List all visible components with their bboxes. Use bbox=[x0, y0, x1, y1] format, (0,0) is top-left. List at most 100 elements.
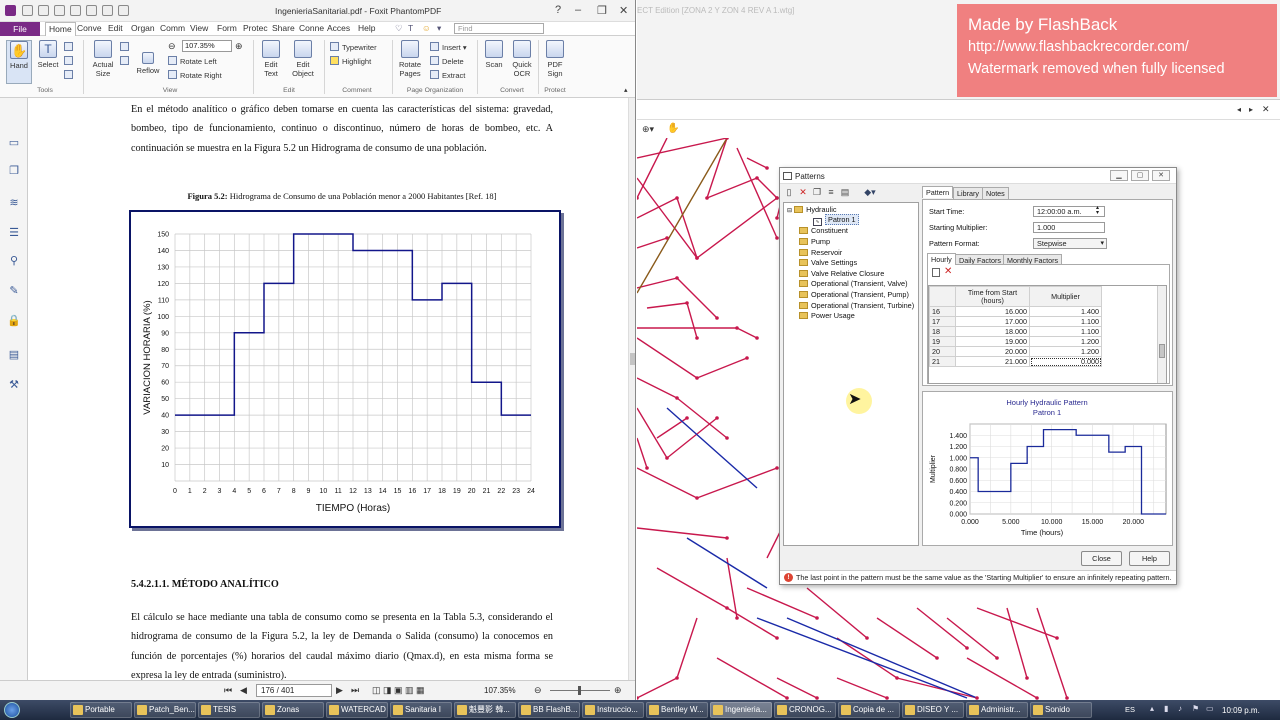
table-row[interactable]: 18 18.000 1.100 bbox=[929, 326, 1102, 337]
pages-icon[interactable]: ❐ bbox=[7, 164, 21, 178]
tab-protect[interactable]: Protec bbox=[243, 23, 268, 33]
insert-button[interactable]: Insert ▾ bbox=[430, 42, 467, 52]
table-row[interactable]: 20 20.000 1.200 bbox=[929, 346, 1102, 357]
tell-me-icon[interactable]: ♡ bbox=[395, 23, 403, 34]
attachments-icon[interactable]: ⚲ bbox=[7, 254, 21, 268]
fit-width-icon[interactable] bbox=[120, 56, 132, 66]
tab-edit[interactable]: Edit bbox=[108, 23, 123, 33]
taskbar-item[interactable]: Zonas bbox=[262, 702, 324, 718]
pattern-report-icon[interactable]: ▤ bbox=[840, 187, 850, 197]
tree-node-patron-1[interactable]: ∿ Patron 1 bbox=[813, 214, 859, 226]
starting-multiplier-input[interactable]: 1.000 bbox=[1033, 222, 1105, 233]
rotate-right-button[interactable]: Rotate Right bbox=[168, 70, 222, 80]
rotate-pages-button[interactable]: Rotate Pages bbox=[396, 40, 424, 78]
tab-organize[interactable]: Organ bbox=[131, 23, 155, 33]
clipboard-icon[interactable] bbox=[64, 56, 76, 66]
doc-scroll-right-icon[interactable]: ▸ bbox=[1249, 105, 1253, 114]
subtab-hourly[interactable]: Hourly bbox=[927, 253, 956, 265]
tab-home[interactable]: Home bbox=[45, 22, 76, 36]
status-zoom-out-icon[interactable]: ⊖ bbox=[534, 685, 542, 696]
find-options-icon[interactable]: ▾ bbox=[437, 23, 441, 34]
grid-scroll-thumb[interactable] bbox=[1159, 344, 1165, 358]
zoom-select[interactable]: 107.35% bbox=[182, 40, 232, 52]
pattern-tree[interactable]: ⊟ Hydraulic ∿ Patron 1 Constituent Pump R… bbox=[783, 202, 919, 546]
security-lock-icon[interactable]: 🔒 bbox=[7, 314, 21, 328]
table-row[interactable]: 21 21.000 0.000 bbox=[929, 356, 1102, 367]
taskbar-item[interactable]: BB FlashB... bbox=[518, 702, 580, 718]
tab-view[interactable]: View bbox=[190, 23, 208, 33]
table-row[interactable]: 17 17.000 1.100 bbox=[929, 316, 1102, 327]
signatures-icon[interactable]: ✎ bbox=[7, 284, 21, 298]
tab-share[interactable]: Share bbox=[272, 23, 295, 33]
tree-node-power-usage[interactable]: Power Usage bbox=[799, 311, 855, 320]
tree-node-constituent[interactable]: Constituent bbox=[799, 226, 848, 235]
table-row[interactable]: 16 16.000 1.400 bbox=[929, 306, 1102, 317]
input-language[interactable]: ES bbox=[1125, 705, 1135, 714]
foxit-close-button[interactable]: ✕ bbox=[619, 4, 628, 17]
tab-form[interactable]: Form bbox=[217, 23, 237, 33]
link-icon[interactable] bbox=[64, 70, 76, 80]
flag-icon[interactable]: ⚑ bbox=[1192, 704, 1202, 714]
tree-node-operational-turbine[interactable]: Operational (Transient, Turbine) bbox=[799, 301, 914, 310]
pan-hand-icon[interactable]: ✋ bbox=[667, 123, 679, 134]
taskbar-item[interactable]: DISEO Y ... bbox=[902, 702, 964, 718]
pdf-page-view[interactable]: En el método analítico o gráfico deben t… bbox=[28, 98, 628, 680]
pdf-sign-button[interactable]: PDF Sign bbox=[542, 40, 568, 78]
select-tool-button[interactable]: T Select bbox=[35, 40, 61, 69]
taskbar-item[interactable]: 魁豐影 韓... bbox=[454, 702, 516, 718]
find-input[interactable]: Find bbox=[454, 23, 544, 34]
page-number-input[interactable]: 176 / 401 bbox=[256, 684, 332, 697]
view-mode-icons[interactable]: ◫ ◨ ▣ ▥ ▦ bbox=[372, 685, 425, 696]
bookmarks-icon[interactable]: ▭ bbox=[7, 136, 21, 150]
start-time-spinner-icon[interactable]: ▴ ▾ bbox=[1096, 205, 1099, 216]
tools-icon[interactable]: ⚒ bbox=[7, 378, 21, 392]
zoom-out-icon[interactable]: ⊖ bbox=[168, 41, 176, 52]
edit-object-button[interactable]: Edit Object bbox=[287, 40, 319, 78]
foxit-minimize-button[interactable]: – bbox=[575, 4, 581, 16]
new-row-icon[interactable] bbox=[932, 268, 940, 277]
taskbar-clock[interactable]: 10:09 p.m. bbox=[1222, 706, 1260, 715]
taskbar-item[interactable]: Sanitaria I bbox=[390, 702, 452, 718]
close-button[interactable]: Close bbox=[1081, 551, 1122, 566]
scroll-thumb[interactable] bbox=[630, 353, 635, 365]
tray-arrow-icon[interactable]: ▴ bbox=[1150, 704, 1160, 714]
redo-icon[interactable] bbox=[102, 5, 113, 16]
customize-qat-icon[interactable] bbox=[118, 5, 129, 16]
status-zoom-in-icon[interactable]: ⊕ bbox=[614, 685, 622, 696]
tab-comment[interactable]: Comm bbox=[160, 23, 185, 33]
pattern-options-icon[interactable]: ◆▾ bbox=[860, 187, 880, 197]
taskbar-item[interactable]: CRONOG... bbox=[774, 702, 836, 718]
tree-node-valve-relative-closure[interactable]: Valve Relative Closure bbox=[799, 269, 884, 278]
reflow-button[interactable]: Reflow bbox=[134, 52, 162, 75]
tree-node-valve-settings[interactable]: Valve Settings bbox=[799, 258, 857, 267]
taskbar-item[interactable]: Administr... bbox=[966, 702, 1028, 718]
prev-page-icon[interactable]: ◀ bbox=[240, 685, 247, 696]
tab-file[interactable]: File bbox=[0, 22, 40, 36]
foxit-help-button[interactable]: ? bbox=[555, 4, 561, 16]
table-row[interactable]: 19 19.000 1.200 bbox=[929, 336, 1102, 347]
taskbar-item[interactable]: WATERCAD bbox=[326, 702, 388, 718]
ribbon-collapse-icon[interactable]: ▴ bbox=[624, 86, 628, 94]
doc-scroll-left-icon[interactable]: ◂ bbox=[1237, 105, 1241, 114]
rotate-left-button[interactable]: Rotate Left bbox=[168, 56, 217, 66]
pattern-format-select[interactable]: Stepwise bbox=[1033, 238, 1107, 249]
tab-notes[interactable]: Notes bbox=[982, 187, 1009, 199]
tab-connect[interactable]: Conne bbox=[299, 23, 324, 33]
dialog-close-button[interactable]: ✕ bbox=[1152, 170, 1170, 181]
content-icon[interactable]: ▤ bbox=[7, 348, 21, 362]
email-icon[interactable] bbox=[70, 5, 81, 16]
dialog-maximize-button[interactable]: ▢ bbox=[1131, 170, 1149, 181]
volume-icon[interactable]: ♪ bbox=[1178, 704, 1188, 714]
pattern-grid[interactable]: Time from Start (hours) Multiplier 16 16.… bbox=[928, 285, 1167, 384]
open-icon[interactable] bbox=[22, 5, 33, 16]
zoom-in-icon[interactable]: ⊕ bbox=[235, 41, 243, 52]
tree-node-operational-pump[interactable]: Operational (Transient, Pump) bbox=[799, 290, 909, 299]
text-search-icon[interactable]: T bbox=[408, 23, 413, 33]
tree-node-pump[interactable]: Pump bbox=[799, 237, 830, 246]
taskbar-item[interactable]: Ingenieria... bbox=[710, 702, 772, 718]
start-time-input[interactable]: 12:00:00 a.m. bbox=[1033, 206, 1105, 217]
zoom-window-icon[interactable]: ⊕▾ bbox=[642, 124, 654, 135]
print-icon[interactable] bbox=[54, 5, 65, 16]
new-pattern-icon[interactable]: ▯ bbox=[784, 187, 794, 197]
help-button[interactable]: Help bbox=[1129, 551, 1170, 566]
